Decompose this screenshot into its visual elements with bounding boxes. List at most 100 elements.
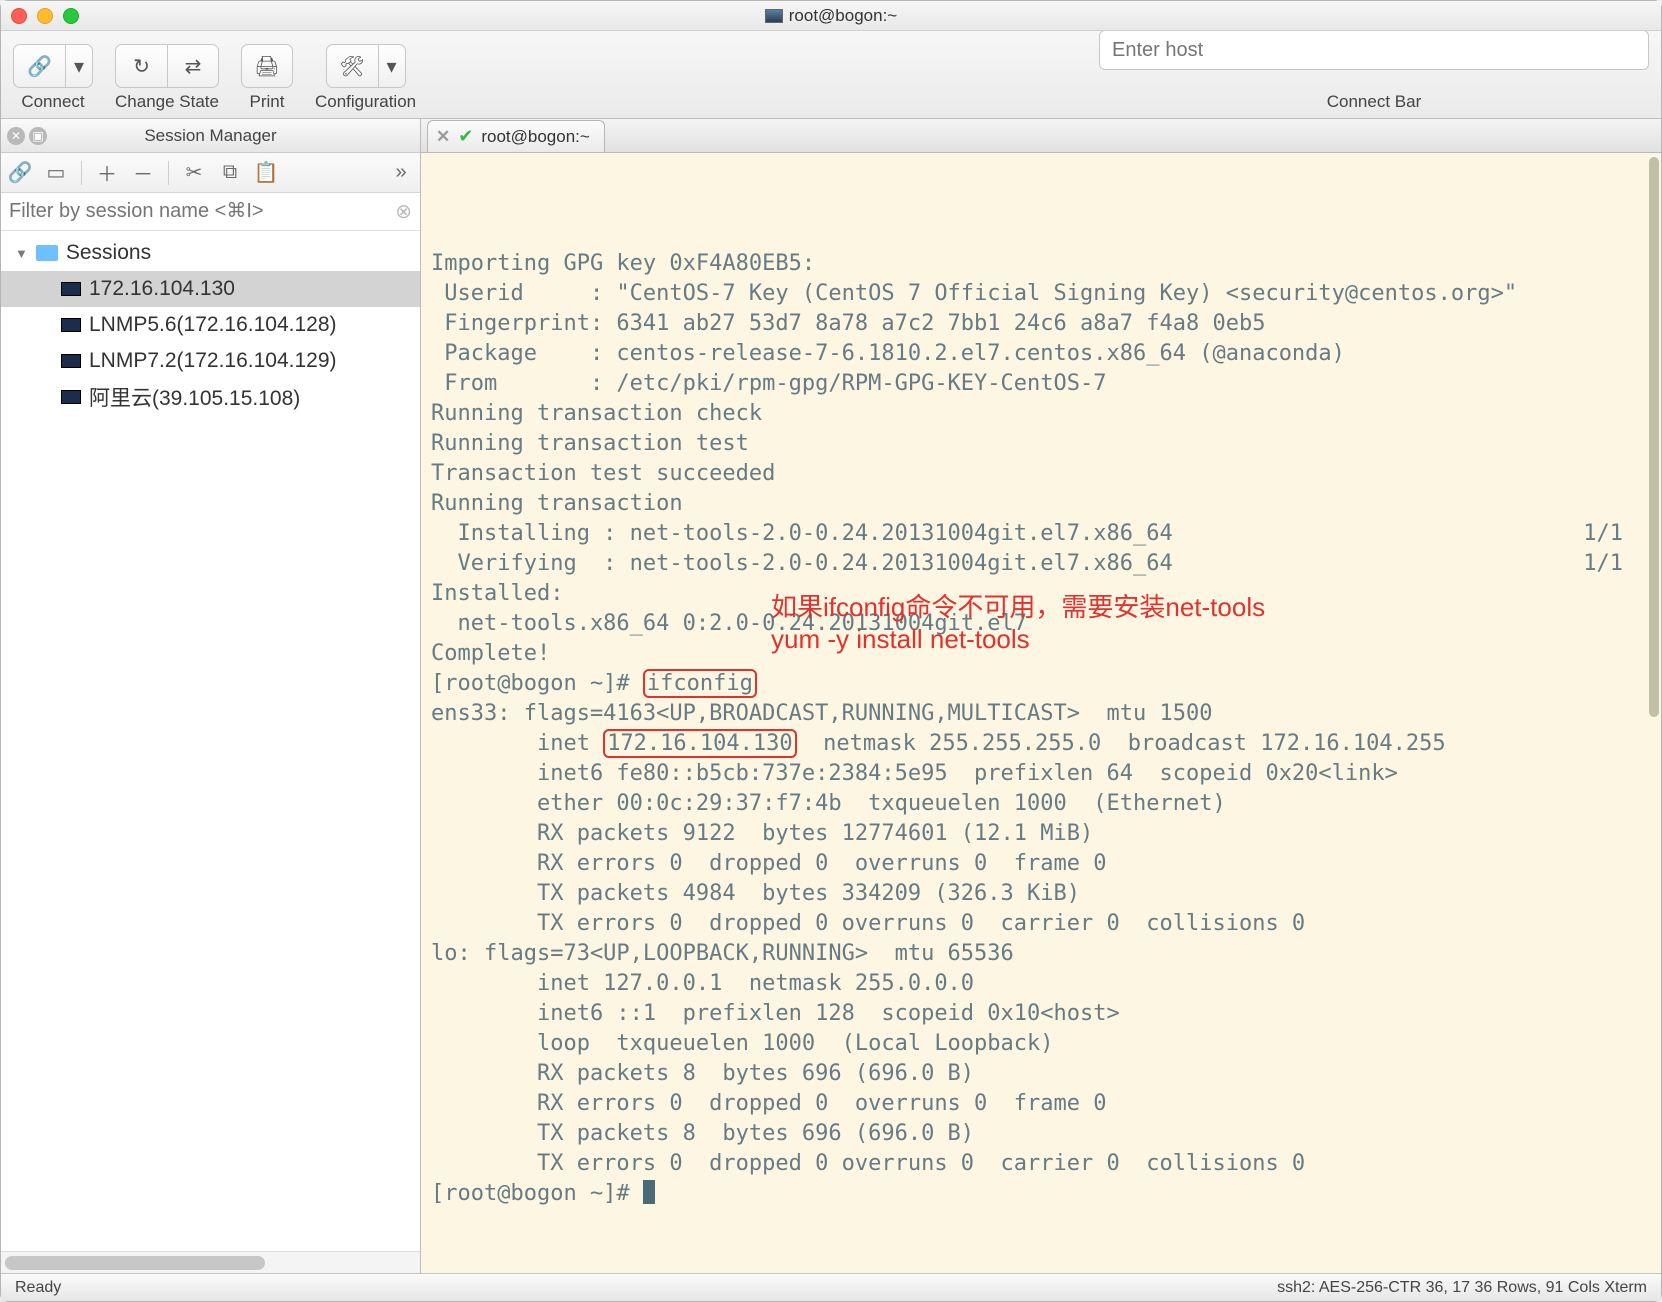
tree-folder-sessions[interactable]: ▼ Sessions: [1, 235, 420, 271]
disclosure-triangle-icon[interactable]: ▼: [15, 246, 28, 261]
annotation-line2: yum -y install net-tools: [771, 623, 1265, 655]
main: ✕ ▣ Session Manager 🔗 ▭ ＋ － ✂ ⧉ 📋 » ⊗ ▼: [1, 119, 1661, 1273]
connected-check-icon: ✔: [458, 126, 473, 147]
configuration-label: Configuration: [315, 92, 416, 112]
terminal-icon: [765, 9, 783, 23]
paste-icon[interactable]: 📋: [253, 160, 279, 185]
session-manager-toolbar: 🔗 ▭ ＋ － ✂ ⧉ 📋 »: [1, 153, 420, 193]
configuration-menu-button[interactable]: ▾: [378, 44, 406, 88]
terminal-line: ens33: flags=4163<UP,BROADCAST,RUNNING,M…: [431, 699, 1647, 729]
terminal-line: Installing : net-tools-2.0-0.24.20131004…: [431, 519, 1647, 549]
terminal-line: Fingerprint: 6341 ab27 53d7 8a78 a7c2 7b…: [431, 309, 1647, 339]
host-label: 阿里云(39.105.15.108): [89, 382, 300, 412]
terminal-line: TX packets 8 bytes 696 (696.0 B): [431, 1119, 1647, 1149]
panel-close-icon[interactable]: ✕: [7, 127, 25, 145]
window-title-text: root@bogon:~: [789, 6, 897, 26]
connect-button[interactable]: 🔗: [13, 44, 65, 88]
session-filter-row: ⊗: [1, 193, 420, 231]
remove-icon[interactable]: －: [130, 158, 156, 187]
terminal-line: Package : centos-release-7-6.1810.2.el7.…: [431, 339, 1647, 369]
toolbar: 🔗 ▾ Connect ↻ ⇄ Change State 🖨 Print 🛠 ▾…: [1, 31, 1661, 119]
session-filter-input[interactable]: [9, 200, 395, 223]
host-input[interactable]: [1099, 30, 1649, 70]
more-icon[interactable]: »: [388, 161, 414, 184]
disconnect-button[interactable]: ⇄: [167, 44, 219, 88]
change-state-label: Change State: [115, 92, 219, 112]
status-right: ssh2: AES-256-CTR 36, 17 36 Rows, 91 Col…: [1277, 1279, 1647, 1297]
terminal-line: From : /etc/pki/rpm-gpg/RPM-GPG-KEY-Cent…: [431, 369, 1647, 399]
session-manager-header: ✕ ▣ Session Manager: [1, 119, 420, 153]
toolbar-group-print: 🖨 Print: [241, 44, 293, 112]
terminal-line: TX errors 0 dropped 0 overruns 0 carrier…: [431, 909, 1647, 939]
terminal-line: RX packets 8 bytes 696 (696.0 B): [431, 1059, 1647, 1089]
session-tree[interactable]: ▼ Sessions 172.16.104.130 LNMP5.6(172.16.…: [1, 231, 420, 1251]
host-icon: [61, 318, 81, 332]
host-label: LNMP5.6(172.16.104.128): [89, 313, 337, 337]
configuration-button[interactable]: 🛠: [326, 44, 378, 88]
annotation-line1: 如果ifconfig命令不可用，需要安装net-tools: [771, 591, 1265, 623]
terminal-line: Verifying : net-tools-2.0-0.24.20131004g…: [431, 549, 1647, 579]
terminal-scrollbar[interactable]: [1649, 157, 1659, 717]
connect-menu-button[interactable]: ▾: [65, 44, 93, 88]
session-host-item[interactable]: 阿里云(39.105.15.108): [1, 379, 420, 415]
sidebar-scrollbar[interactable]: [1, 1251, 420, 1273]
folder-open-icon[interactable]: ▭: [43, 160, 69, 185]
terminal-line: Running transaction check: [431, 399, 1647, 429]
reconnect-button[interactable]: ↻: [115, 44, 167, 88]
window-title: root@bogon:~: [1, 6, 1661, 26]
terminal-line: Running transaction test: [431, 429, 1647, 459]
terminal-line: ether 00:0c:29:37:f7:4b txqueuelen 1000 …: [431, 789, 1647, 819]
titlebar: root@bogon:~: [1, 1, 1661, 31]
add-icon[interactable]: ＋: [94, 158, 120, 187]
host-icon: [61, 390, 81, 404]
close-icon[interactable]: [11, 8, 27, 24]
terminal-line: inet 172.16.104.130 netmask 255.255.255.…: [431, 729, 1647, 759]
status-left: Ready: [15, 1279, 61, 1297]
terminal-line: inet 127.0.0.1 netmask 255.0.0.0: [431, 969, 1647, 999]
folder-icon: [36, 245, 58, 261]
annotation-note: 如果ifconfig命令不可用，需要安装net-toolsyum -y inst…: [771, 591, 1265, 655]
copy-icon[interactable]: ⧉: [217, 161, 243, 184]
toolbar-group-connect: 🔗 ▾ Connect: [13, 44, 93, 112]
terminal-line: Importing GPG key 0xF4A80EB5:: [431, 249, 1647, 279]
panel-dock-icon[interactable]: ▣: [29, 127, 47, 145]
toolbar-group-configuration: 🛠 ▾ Configuration: [315, 44, 416, 112]
sidebar: ✕ ▣ Session Manager 🔗 ▭ ＋ － ✂ ⧉ 📋 » ⊗ ▼: [1, 119, 421, 1273]
toolbar-group-connectbar: Connect Bar: [1099, 30, 1649, 112]
minimize-icon[interactable]: [37, 8, 53, 24]
terminal-line: [root@bogon ~]# ifconfig: [431, 669, 1647, 699]
content-area: ✕ ✔ root@bogon:~ Importing GPG key 0xF4A…: [421, 119, 1661, 1273]
terminal-line: RX errors 0 dropped 0 overruns 0 frame 0: [431, 849, 1647, 879]
terminal-line: inet6 ::1 prefixlen 128 scopeid 0x10<hos…: [431, 999, 1647, 1029]
link-icon[interactable]: 🔗: [7, 160, 33, 185]
folder-label: Sessions: [66, 241, 151, 265]
window-controls: [11, 8, 79, 24]
terminal-line: inet6 fe80::b5cb:737e:2384:5e95 prefixle…: [431, 759, 1647, 789]
tab-session[interactable]: ✕ ✔ root@bogon:~: [427, 120, 605, 152]
cursor: [643, 1180, 655, 1204]
cut-icon[interactable]: ✂: [181, 160, 207, 185]
terminal-prompt[interactable]: [root@bogon ~]#: [431, 1179, 1647, 1209]
terminal-line: loop txqueuelen 1000 (Local Loopback): [431, 1029, 1647, 1059]
terminal-line: TX packets 4984 bytes 334209 (326.3 KiB): [431, 879, 1647, 909]
terminal-line: RX packets 9122 bytes 12774601 (12.1 MiB…: [431, 819, 1647, 849]
session-host-item[interactable]: LNMP7.2(172.16.104.129): [1, 343, 420, 379]
host-label: 172.16.104.130: [89, 277, 235, 301]
clear-filter-icon[interactable]: ⊗: [395, 199, 412, 224]
host-icon: [61, 354, 81, 368]
maximize-icon[interactable]: [63, 8, 79, 24]
terminal-line: TX errors 0 dropped 0 overruns 0 carrier…: [431, 1149, 1647, 1179]
highlight-ifconfig: ifconfig: [643, 669, 757, 698]
print-button[interactable]: 🖨: [241, 44, 293, 88]
print-label: Print: [250, 92, 285, 112]
terminal-line: lo: flags=73<UP,LOOPBACK,RUNNING> mtu 65…: [431, 939, 1647, 969]
status-bar: Ready ssh2: AES-256-CTR 36, 17 36 Rows, …: [1, 1273, 1661, 1301]
terminal-line: Running transaction: [431, 489, 1647, 519]
session-host-item[interactable]: LNMP5.6(172.16.104.128): [1, 307, 420, 343]
terminal-line: Userid : "CentOS-7 Key (CentOS 7 Officia…: [431, 279, 1647, 309]
terminal[interactable]: Importing GPG key 0xF4A80EB5: Userid : "…: [421, 153, 1661, 1273]
tab-close-icon[interactable]: ✕: [436, 127, 450, 147]
session-host-item[interactable]: 172.16.104.130: [1, 271, 420, 307]
tab-bar: ✕ ✔ root@bogon:~: [421, 119, 1661, 153]
terminal-line: RX errors 0 dropped 0 overruns 0 frame 0: [431, 1089, 1647, 1119]
